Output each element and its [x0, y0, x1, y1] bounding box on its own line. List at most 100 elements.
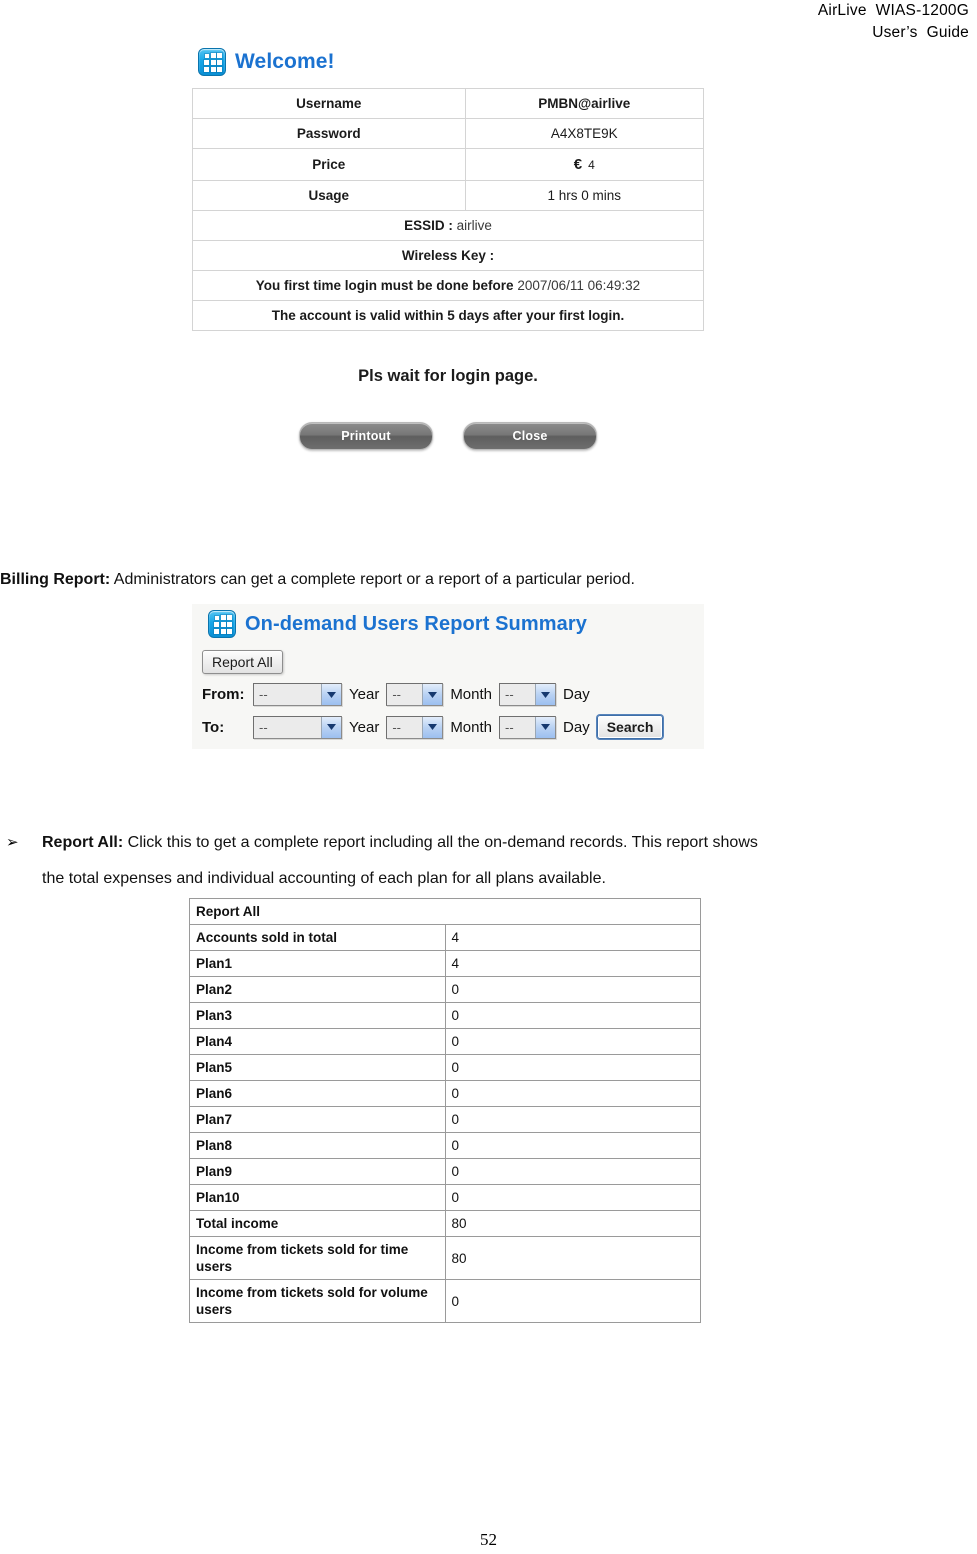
- row-value: 0: [444, 1028, 701, 1055]
- table-row: The account is valid within 5 days after…: [192, 300, 704, 331]
- password-value: A4X8TE9K: [464, 118, 704, 149]
- row-value: 0: [444, 1132, 701, 1159]
- from-year-select[interactable]: --: [253, 683, 342, 706]
- row-label: Plan5: [189, 1054, 446, 1081]
- printout-button[interactable]: Printout: [299, 422, 433, 450]
- row-label: Plan10: [189, 1184, 446, 1211]
- report-all-paragraph: ➢ Report All: Click this to get a comple…: [0, 828, 977, 894]
- report-all-result-figure: Report All Accounts sold in total 4 Plan…: [189, 898, 701, 1323]
- table-row: Plan2 0: [189, 976, 701, 1003]
- table-row: Accounts sold in total 4: [189, 924, 701, 951]
- row-value: 0: [444, 976, 701, 1003]
- from-month-unit: Month: [450, 686, 493, 703]
- row-label: Income from tickets sold for volume user…: [189, 1279, 446, 1323]
- from-label: From:: [202, 686, 245, 703]
- table-row: Report All: [189, 898, 701, 925]
- table-row: You first time login must be done before…: [192, 270, 704, 301]
- to-day-select[interactable]: --: [499, 715, 557, 739]
- to-day-unit: Day: [563, 718, 590, 736]
- validity-note: The account is valid within 5 days after…: [192, 300, 704, 331]
- chevron-down-icon: [422, 716, 443, 738]
- essid-label: ESSID :: [404, 218, 453, 233]
- search-button[interactable]: Search: [596, 715, 664, 739]
- row-value: 80: [444, 1236, 701, 1280]
- from-day-select[interactable]: --: [499, 683, 557, 706]
- to-month-unit: Month: [450, 718, 493, 736]
- billing-report-lead: Billing Report:: [0, 571, 111, 588]
- to-year-select[interactable]: --: [253, 715, 342, 739]
- usage-label: Usage: [192, 180, 466, 211]
- to-month-select[interactable]: --: [386, 715, 444, 739]
- row-value: 0: [444, 1002, 701, 1029]
- report-table-title: Report All: [189, 898, 701, 925]
- table-row: Username PMBN@airlive: [192, 88, 704, 119]
- table-row: Plan6 0: [189, 1080, 701, 1107]
- table-row: Wireless Key :: [192, 240, 704, 271]
- price-label: Price: [192, 148, 466, 181]
- summary-title-bar: On-demand Users Report Summary: [208, 610, 704, 638]
- billing-report-text: Administrators can get a complete report…: [110, 571, 635, 588]
- account-info-table: Username PMBN@airlive Password A4X8TE9K …: [192, 88, 704, 331]
- chevron-down-icon: [535, 684, 556, 705]
- to-day-value: --: [505, 719, 514, 735]
- header-document-line: User’s Guide: [872, 24, 969, 41]
- row-value: 0: [444, 1106, 701, 1133]
- report-all-button[interactable]: Report All: [202, 650, 283, 674]
- table-row: Total income 80: [189, 1210, 701, 1237]
- table-row: Income from tickets sold for volume user…: [189, 1279, 701, 1323]
- password-label: Password: [192, 118, 466, 149]
- table-row: Password A4X8TE9K: [192, 118, 704, 149]
- essid-value: airlive: [456, 218, 492, 233]
- usage-value: 1 hrs 0 mins: [464, 180, 704, 211]
- from-year-unit: Year: [349, 686, 380, 703]
- report-all-lead: Report All:: [42, 834, 124, 851]
- table-row: Plan4 0: [189, 1028, 701, 1055]
- report-summary-figure: On-demand Users Report Summary Report Al…: [192, 604, 704, 749]
- first-login-value: 2007/06/11 06:49:32: [517, 278, 641, 293]
- report-all-button-row: Report All: [202, 650, 704, 674]
- wireless-key-row: Wireless Key :: [192, 240, 704, 271]
- row-value: 0: [444, 1080, 701, 1107]
- welcome-button-row: Printout Close: [192, 422, 704, 450]
- price-value: €4: [464, 148, 704, 181]
- table-row: ESSID : airlive: [192, 210, 704, 241]
- report-all-line1: Click this to get a complete report incl…: [123, 834, 758, 851]
- from-month-select[interactable]: --: [386, 683, 444, 706]
- row-value: 4: [444, 924, 701, 951]
- to-label: To:: [202, 718, 225, 736]
- first-login-label: You first time login must be done before: [255, 278, 514, 293]
- row-value: 0: [444, 1054, 701, 1081]
- row-label: Plan4: [189, 1028, 446, 1055]
- row-label: Plan7: [189, 1106, 446, 1133]
- row-value: 0: [444, 1184, 701, 1211]
- row-value: 0: [444, 1279, 701, 1323]
- row-label: Income from tickets sold for time users: [189, 1236, 446, 1280]
- welcome-title: Welcome!: [235, 50, 335, 73]
- from-year-value: --: [259, 687, 268, 702]
- page-number: 52: [480, 1530, 497, 1549]
- to-date-row: To: -- Year -- Month -- Day Search: [202, 715, 704, 739]
- row-label: Plan6: [189, 1080, 446, 1107]
- report-all-table: Report All Accounts sold in total 4 Plan…: [189, 898, 701, 1323]
- table-row: Plan7 0: [189, 1106, 701, 1133]
- row-label: Accounts sold in total: [189, 924, 446, 951]
- row-value: 4: [444, 950, 701, 977]
- welcome-screen-figure: Welcome! Username PMBN@airlive Password …: [192, 48, 704, 450]
- table-row: Plan3 0: [189, 1002, 701, 1029]
- username-value: PMBN@airlive: [464, 88, 704, 119]
- to-year-value: --: [259, 719, 268, 735]
- from-date-row: From: -- Year -- Month -- Day: [202, 683, 704, 706]
- essid-row: ESSID : airlive: [192, 210, 704, 241]
- euro-symbol: €: [573, 156, 583, 173]
- table-row: Plan9 0: [189, 1158, 701, 1185]
- chevron-down-icon: [321, 716, 341, 738]
- from-month-value: --: [392, 687, 401, 702]
- row-label: Plan9: [189, 1158, 446, 1185]
- table-row: Income from tickets sold for time users …: [189, 1236, 701, 1280]
- table-row: Price €4: [192, 148, 704, 181]
- summary-title: On-demand Users Report Summary: [245, 612, 587, 635]
- table-row: Plan5 0: [189, 1054, 701, 1081]
- wait-message: Pls wait for login page.: [358, 367, 538, 385]
- close-button[interactable]: Close: [463, 422, 597, 450]
- row-label: Total income: [189, 1210, 446, 1237]
